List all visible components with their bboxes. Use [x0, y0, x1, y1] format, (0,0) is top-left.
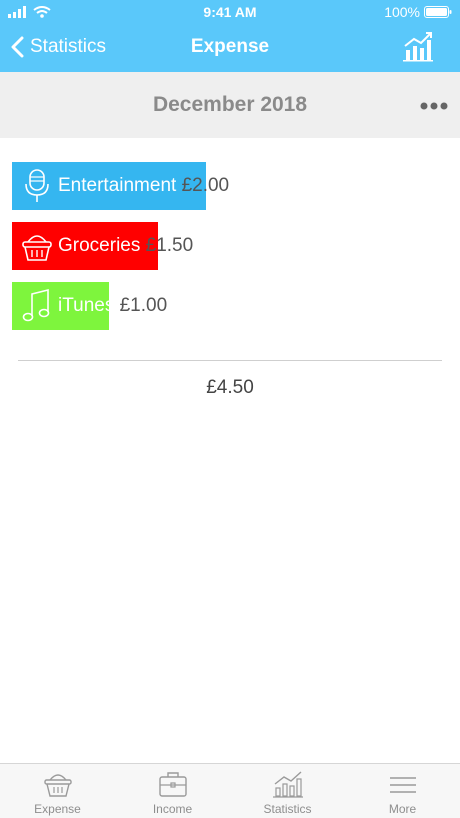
expense-name: Groceries: [58, 235, 141, 256]
status-bar: 9:41 AM 100%: [0, 0, 460, 24]
expense-label: iTunes £1.00: [58, 295, 167, 317]
navigation-bar: Statistics Expense: [0, 26, 460, 70]
expense-amount: £1.00: [119, 295, 168, 316]
tab-label: Expense: [34, 802, 81, 816]
back-button[interactable]: Statistics: [10, 34, 106, 60]
period-title[interactable]: December 2018: [0, 93, 460, 117]
microphone-icon: [25, 169, 49, 202]
header: 9:41 AM 100% Statistics Expense: [0, 0, 460, 72]
divider: [18, 360, 442, 361]
expense-label: Groceries £1.50: [58, 235, 193, 257]
back-label: Statistics: [30, 36, 107, 57]
expense-label: Entertainment £2.00: [58, 175, 229, 197]
tab-expense[interactable]: Expense: [0, 764, 115, 818]
expense-name: Entertainment: [58, 175, 177, 196]
tab-more[interactable]: More: [345, 764, 460, 818]
tab-bar: Expense Income Statistics More: [0, 763, 460, 818]
battery-percent: 100%: [384, 4, 420, 20]
period-selector: December 2018: [0, 72, 460, 138]
tab-label: Income: [152, 802, 193, 816]
tab-income[interactable]: Income: [115, 764, 230, 818]
basket-icon: [22, 235, 52, 261]
menu-icon: [390, 777, 416, 793]
chevron-left-icon: [11, 36, 24, 58]
tab-label: More: [388, 802, 417, 816]
more-options-icon[interactable]: [420, 102, 448, 110]
battery-icon: [424, 6, 452, 18]
basket-icon: [44, 774, 72, 797]
expense-name: iTunes: [58, 295, 115, 316]
music-note-icon: [22, 288, 50, 322]
tab-label: Statistics: [263, 802, 312, 816]
chart-icon[interactable]: [402, 30, 434, 62]
expense-amount: £1.50: [145, 235, 194, 256]
total-amount: £4.50: [206, 377, 254, 398]
bar-chart-icon: [273, 771, 303, 798]
expense-amount: £2.00: [181, 175, 230, 196]
briefcase-icon: [159, 772, 187, 797]
tab-statistics[interactable]: Statistics: [230, 764, 345, 818]
